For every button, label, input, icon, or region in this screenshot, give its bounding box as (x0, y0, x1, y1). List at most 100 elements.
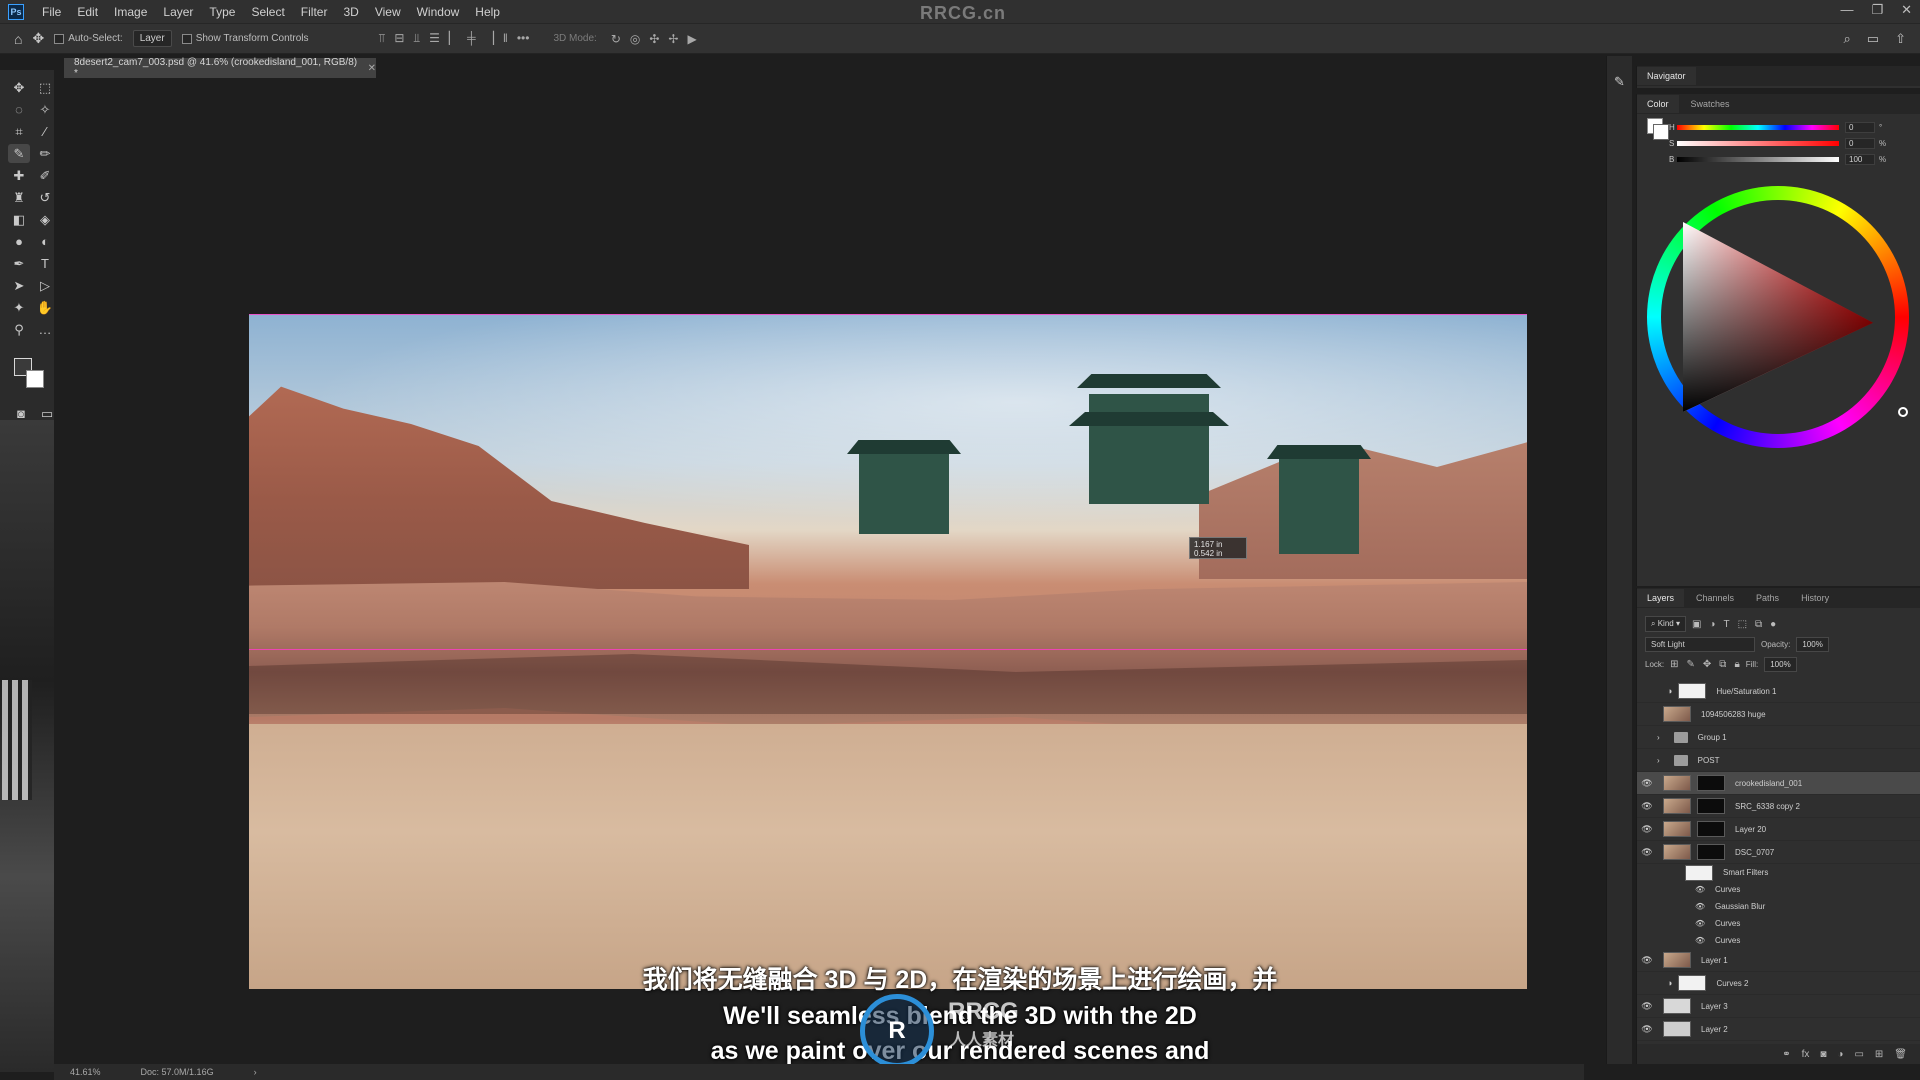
hue-slider[interactable]: H 0 ° (1669, 122, 1882, 133)
menu-layer[interactable]: Layer (155, 5, 201, 19)
visibility-eye-icon[interactable]: 👁︎ (1637, 1001, 1657, 1012)
adjustment-filter-icon[interactable]: ◑ (1709, 619, 1715, 630)
menu-image[interactable]: Image (106, 5, 155, 19)
align-top-icon[interactable]: ⫪ (379, 31, 386, 46)
align-right-icon[interactable]: ▕ (485, 31, 494, 46)
visibility-eye-icon[interactable]: 👁︎ (1637, 847, 1657, 858)
smart-object-filter-icon[interactable]: ⧉ (1755, 619, 1762, 630)
tab-channels[interactable]: Channels (1686, 589, 1744, 607)
layer-row[interactable]: 👁︎ Layer 1 (1637, 949, 1920, 972)
brightness-track[interactable] (1677, 157, 1839, 162)
filter-toggle-icon[interactable]: ● (1770, 619, 1776, 630)
tab-navigator[interactable]: Navigator (1637, 67, 1696, 85)
saturation-track[interactable] (1677, 141, 1839, 146)
more-options-icon[interactable]: ••• (517, 31, 530, 46)
layer-mask-thumbnail[interactable] (1678, 683, 1707, 699)
smart-filters-row[interactable]: Smart Filters (1637, 864, 1920, 881)
home-icon[interactable]: ⌂ (14, 31, 22, 47)
new-adjustment-icon[interactable]: ◑ (1837, 1049, 1843, 1060)
hue-track[interactable] (1677, 125, 1839, 130)
new-layer-icon[interactable]: ⊞ (1875, 1049, 1883, 1060)
distribute-icon[interactable]: ☰ (429, 31, 440, 46)
menu-window[interactable]: Window (409, 5, 468, 19)
group-expand-icon[interactable]: › (1657, 733, 1660, 742)
layer-row[interactable]: ◑ Hue/Saturation 1 (1637, 680, 1920, 703)
close-icon[interactable]: ✕ (1901, 2, 1912, 18)
brush-settings-icon[interactable]: ✎ (1612, 74, 1628, 90)
tab-layers[interactable]: Layers (1637, 589, 1685, 607)
lock-artboard-icon[interactable]: ⧉ (1719, 659, 1726, 670)
clone-stamp-tool-icon[interactable]: ♜ (8, 188, 30, 207)
canvas-area[interactable]: 1.167 in 0.542 in (64, 79, 1584, 1064)
menu-edit[interactable]: Edit (69, 5, 106, 19)
slide-3d-icon[interactable]: ✢ (668, 32, 678, 46)
close-tab-icon[interactable]: ✕ (368, 63, 376, 74)
share-icon[interactable]: ⇧ (1895, 31, 1906, 47)
saturation-value[interactable]: 0 (1845, 138, 1875, 149)
align-left-icon[interactable]: ▏ (449, 31, 458, 46)
brush-tool-icon[interactable]: ✎ (8, 144, 30, 163)
menu-type[interactable]: Type (201, 5, 243, 19)
visibility-eye-icon[interactable]: 👁︎ (1637, 778, 1657, 789)
layer-row[interactable]: 👁︎ Layer 20 (1637, 818, 1920, 841)
orbit-3d-icon[interactable]: ↻ (611, 32, 621, 46)
menu-3d[interactable]: 3D (335, 5, 366, 19)
layer-row[interactable]: 👁︎ SRC_6338 copy 2 (1637, 795, 1920, 818)
document-tab[interactable]: 8desert2_cam7_003.psd @ 41.6% (crookedis… (64, 57, 376, 79)
lock-all-icon[interactable]: 🔒︎ (1734, 659, 1739, 670)
shape-filter-icon[interactable]: ⬚ (1738, 619, 1747, 630)
layer-row[interactable]: 👁︎ Layer 3 (1637, 995, 1920, 1018)
search-icon[interactable]: ⌕ (1844, 31, 1851, 47)
tab-color[interactable]: Color (1637, 95, 1679, 113)
hue-value[interactable]: 0 (1845, 122, 1875, 133)
move-tool-icon[interactable]: ✥ (8, 78, 30, 97)
background-swatch[interactable] (1653, 124, 1669, 140)
layer-row[interactable]: › Group 1 (1637, 726, 1920, 749)
link-layers-icon[interactable]: ⚭ (1782, 1049, 1790, 1060)
tab-paths[interactable]: Paths (1746, 589, 1789, 607)
mixer-brush-tool-icon[interactable]: ✐ (34, 166, 56, 185)
auto-select-target-dropdown[interactable]: Layer (132, 30, 172, 47)
zoom-level[interactable]: 41.61% (70, 1067, 101, 1077)
saturation-slider[interactable]: S 0 % (1669, 138, 1886, 149)
menu-help[interactable]: Help (467, 5, 508, 19)
direct-selection-tool-icon[interactable]: ▷ (34, 276, 56, 295)
auto-select-checkbox[interactable]: Auto-Select: (54, 33, 123, 44)
layer-row[interactable]: ◑ Curves 2 (1637, 972, 1920, 995)
layer-row[interactable]: 👁︎ Layer 2 (1637, 1018, 1920, 1041)
add-mask-icon[interactable]: ◙ (1820, 1049, 1826, 1060)
roll-3d-icon[interactable]: ◎ (630, 32, 640, 46)
eraser-tool-icon[interactable]: ◧ (8, 210, 30, 229)
crop-tool-icon[interactable]: ⌗ (8, 122, 30, 141)
move-tool-preset-icon[interactable]: ✥ (32, 30, 44, 47)
tab-history[interactable]: History (1791, 589, 1839, 607)
visibility-eye-icon[interactable]: 👁︎ (1695, 902, 1705, 911)
delete-layer-icon[interactable]: 🗑︎ (1894, 1049, 1907, 1060)
opacity-input[interactable]: 100% (1796, 636, 1829, 652)
fill-input[interactable]: 100% (1764, 656, 1797, 672)
visibility-eye-icon[interactable]: 👁︎ (1637, 1024, 1657, 1035)
visibility-eye-icon[interactable]: 👁︎ (1695, 885, 1705, 894)
align-bottom-icon[interactable]: ⫫ (413, 31, 420, 46)
marquee-tool-icon[interactable]: ⬚ (34, 78, 56, 97)
layer-row-selected[interactable]: 👁︎ crookedisland_001 (1637, 772, 1920, 795)
align-vcenter-icon[interactable]: ⊟ (394, 31, 404, 46)
layer-mask-thumbnail[interactable] (1697, 844, 1725, 860)
smart-filter-mask-thumbnail[interactable] (1685, 864, 1713, 881)
filter-row[interactable]: 👁︎ Curves (1637, 881, 1920, 898)
visibility-eye-icon[interactable]: 👁︎ (1695, 936, 1705, 945)
zoom-tool-icon[interactable]: ⚲ (8, 320, 30, 339)
magic-wand-tool-icon[interactable]: ✧ (34, 100, 56, 119)
pan-3d-icon[interactable]: ✣ (649, 32, 659, 46)
visibility-eye-icon[interactable]: 👁︎ (1637, 824, 1657, 835)
lock-pixels-icon[interactable]: ✎ (1687, 659, 1695, 670)
menu-file[interactable]: File (34, 5, 69, 19)
brightness-slider[interactable]: B 100 % (1669, 154, 1886, 165)
minimize-icon[interactable]: — (1840, 2, 1853, 18)
lock-transparent-icon[interactable]: ⊞ (1670, 659, 1678, 670)
lasso-tool-icon[interactable]: ◌ (8, 100, 30, 119)
hue-ring-marker[interactable] (1898, 407, 1908, 417)
show-transform-checkbox[interactable]: Show Transform Controls (181, 33, 309, 44)
tab-swatches[interactable]: Swatches (1681, 95, 1740, 113)
filter-row[interactable]: 👁︎ Gaussian Blur (1637, 898, 1920, 915)
